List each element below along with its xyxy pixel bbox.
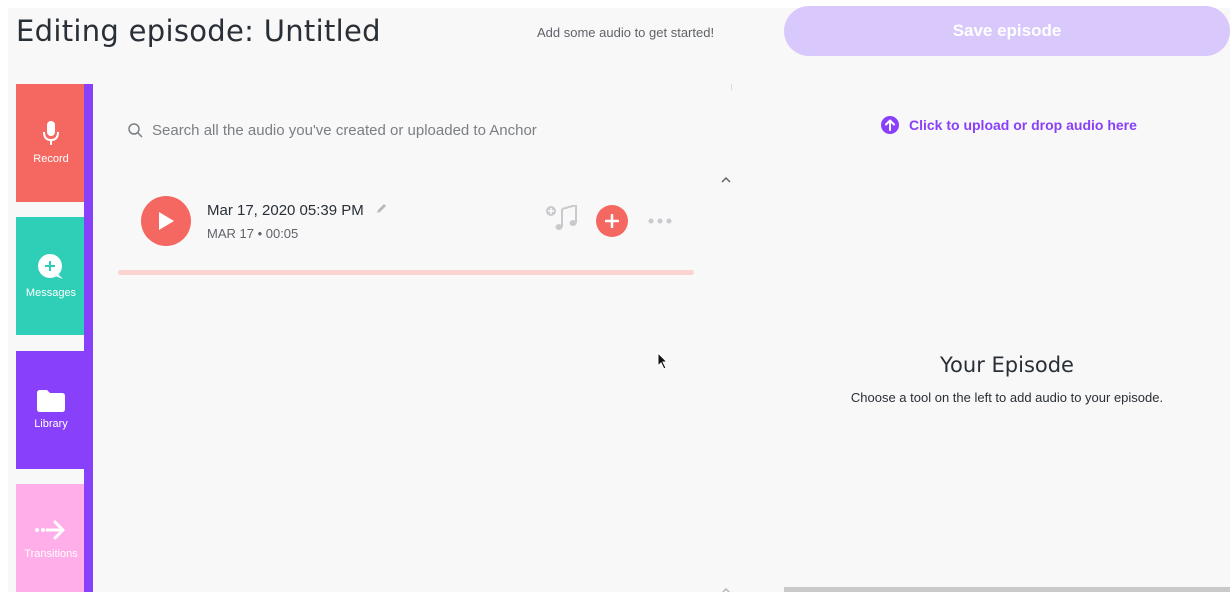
get-started-hint: Add some audio to get started! — [537, 25, 715, 40]
upload-arrow-icon — [881, 116, 899, 134]
tool-library[interactable]: Library — [16, 351, 86, 469]
tool-library-label: Library — [34, 418, 68, 430]
tool-record-label: Record — [33, 153, 69, 165]
microphone-icon — [43, 121, 59, 145]
active-tool-indicator — [84, 84, 93, 592]
tool-transitions-label: Transitions — [24, 548, 78, 560]
episode-panel: Click to upload or drop audio here Your … — [784, 60, 1230, 592]
folder-icon — [37, 390, 65, 412]
panel-divider — [731, 84, 732, 90]
pencil-icon[interactable] — [376, 203, 387, 214]
plus-icon — [605, 214, 619, 228]
tool-messages[interactable]: Messages — [16, 217, 86, 335]
audio-item-progress-bar — [118, 270, 694, 275]
message-plus-icon — [38, 254, 63, 279]
episode-editor: Editing episode: Untitled Add some audio… — [8, 6, 1230, 592]
tool-messages-label: Messages — [25, 287, 77, 299]
page-title: Editing episode: Untitled — [16, 14, 381, 48]
arrow-right-icon — [35, 520, 65, 540]
upload-audio-link[interactable]: Click to upload or drop audio here — [881, 116, 1137, 134]
audio-title: Mar 17, 2020 05:39 PM — [207, 202, 364, 219]
library-search[interactable] — [128, 117, 688, 143]
mouse-cursor-icon — [657, 352, 669, 370]
episode-title: Your Episode — [940, 353, 1074, 377]
collapse-chevron-up-icon[interactable] — [720, 176, 732, 184]
audio-meta: MAR 17 • 00:05 — [207, 226, 299, 241]
add-to-episode-button[interactable] — [596, 205, 628, 237]
audio-list-item: Mar 17, 2020 05:39 PM MAR 17 • 00:05 — [118, 183, 694, 275]
search-icon — [128, 122, 143, 138]
save-episode-button[interactable]: Save episode — [784, 6, 1230, 56]
more-options-icon[interactable] — [648, 218, 672, 224]
episode-description: Choose a tool on the left to add audio t… — [850, 390, 1164, 405]
episode-timeline-bar — [784, 587, 1230, 592]
search-input[interactable] — [152, 121, 672, 139]
tool-record[interactable]: Record — [16, 84, 86, 202]
upload-label: Click to upload or drop audio here — [909, 117, 1137, 133]
add-background-music-icon[interactable] — [546, 205, 578, 231]
play-icon — [159, 212, 174, 230]
tool-transitions[interactable]: Transitions — [16, 484, 86, 592]
scroll-chevron-icon[interactable] — [720, 588, 732, 592]
play-button[interactable] — [141, 196, 191, 246]
